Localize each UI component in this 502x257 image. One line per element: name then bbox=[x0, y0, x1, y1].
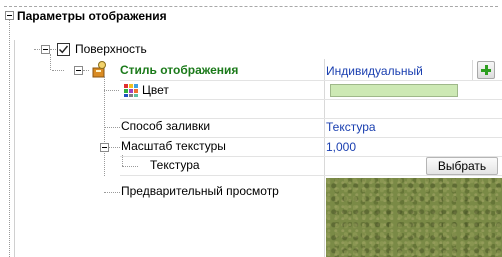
style-label: Стиль отображения bbox=[120, 63, 239, 77]
style-value[interactable]: Индивидуальный bbox=[326, 63, 423, 79]
tree-guide-surface bbox=[50, 54, 51, 70]
texture-label: Текстура bbox=[150, 158, 200, 172]
style-wrench-icon bbox=[92, 61, 106, 78]
tree-connector bbox=[52, 70, 64, 71]
tree-connector bbox=[104, 192, 120, 193]
row-divider bbox=[120, 99, 502, 100]
color-swatch[interactable] bbox=[330, 84, 458, 97]
scale-value[interactable]: 1,000 bbox=[326, 139, 356, 155]
tree-connector bbox=[50, 49, 56, 50]
choose-texture-button[interactable]: Выбрать bbox=[426, 157, 498, 175]
fill-row[interactable]: Способ заливки Текстура bbox=[104, 118, 502, 137]
tree-connector bbox=[104, 90, 119, 91]
scale-collapse-button[interactable] bbox=[100, 143, 109, 152]
add-style-button[interactable] bbox=[477, 61, 495, 79]
scale-row[interactable]: Масштаб текстуры 1,000 bbox=[100, 138, 502, 156]
style-collapse-button[interactable] bbox=[74, 66, 83, 75]
fill-value[interactable]: Текстура bbox=[326, 119, 376, 135]
surface-label: Поверхность bbox=[75, 42, 147, 56]
surface-collapse-button[interactable] bbox=[41, 45, 50, 54]
section-header[interactable]: Параметры отображения bbox=[0, 0, 502, 23]
style-row[interactable]: Стиль отображения Индивидуальный bbox=[52, 60, 502, 80]
name-column-border bbox=[14, 40, 15, 257]
color-row[interactable]: Цвет bbox=[104, 81, 502, 99]
color-label: Цвет bbox=[142, 83, 169, 97]
preview-row: Предварительный просмотр bbox=[104, 176, 502, 257]
fill-label: Способ заливки bbox=[121, 119, 211, 133]
surface-row[interactable]: Поверхность bbox=[14, 40, 502, 59]
tree-connector bbox=[83, 70, 89, 71]
texture-preview-image bbox=[326, 178, 502, 257]
tree-connector bbox=[122, 166, 138, 167]
color-palette-icon bbox=[124, 84, 138, 97]
tree-guide-root bbox=[9, 20, 10, 257]
texture-row[interactable]: Текстура Выбрать bbox=[104, 155, 502, 175]
tree-guide-scale bbox=[122, 155, 123, 166]
preview-label: Предварительный просмотр bbox=[121, 184, 279, 198]
tree-connector bbox=[104, 127, 120, 128]
section-title: Параметры отображения bbox=[17, 9, 167, 23]
scale-label: Масштаб текстуры bbox=[121, 139, 226, 153]
section-collapse-button[interactable] bbox=[5, 11, 14, 20]
tree-connector bbox=[109, 147, 120, 148]
checkmark-icon bbox=[59, 45, 69, 54]
surface-checkbox[interactable] bbox=[57, 43, 70, 56]
